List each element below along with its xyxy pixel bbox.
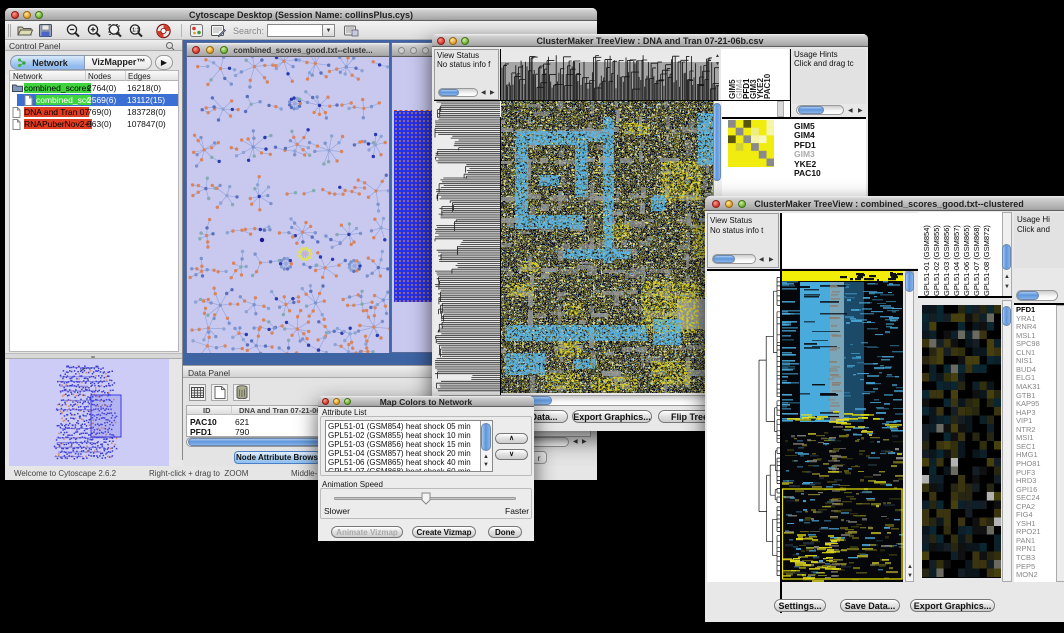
svg-text:GPL51-03 (GSM856): GPL51-03 (GSM856) (942, 225, 951, 296)
svg-text:GPL51-07 (GSM868): GPL51-07 (GSM868) (972, 225, 981, 296)
svg-text:GPL51-02 (GSM855): GPL51-02 (GSM855) (932, 225, 941, 296)
svg-text:GPL51-04 (GSM857): GPL51-04 (GSM857) (952, 225, 961, 296)
svg-text:GPL51-01 (GSM854): GPL51-01 (GSM854) (922, 225, 931, 296)
svg-text:PAC10: PAC10 (763, 73, 772, 99)
svg-text:GPL51-06 (GSM865): GPL51-06 (GSM865) (962, 225, 971, 296)
svg-text:1:1: 1:1 (132, 28, 139, 34)
svg-text:GPL51-08 (GSM872): GPL51-08 (GSM872) (982, 225, 991, 296)
